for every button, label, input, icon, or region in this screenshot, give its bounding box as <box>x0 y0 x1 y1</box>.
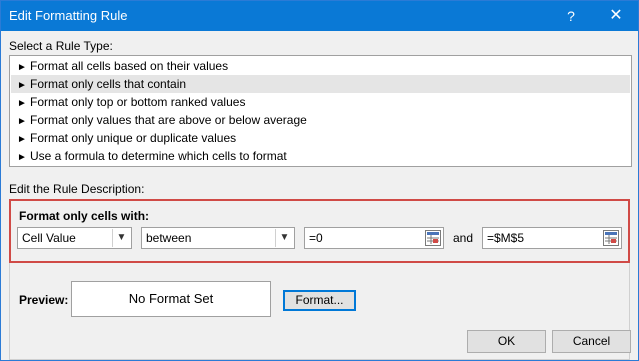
range-select-icon[interactable] <box>425 230 441 246</box>
rule-type-label: Select a Rule Type: <box>9 39 113 53</box>
close-button[interactable]: ✕ <box>594 1 638 31</box>
rule-description-label: Edit the Rule Description: <box>9 182 145 196</box>
format-button[interactable]: Format... <box>283 290 356 311</box>
dialog-title: Edit Formatting Rule <box>9 8 128 23</box>
rule-type-item[interactable]: ► Format only values that are above or be… <box>11 111 630 129</box>
preview-text: No Format Set <box>128 291 214 306</box>
condition-select[interactable]: Cell Value ▼ <box>17 227 132 249</box>
rule-type-item[interactable]: ► Use a formula to determine which cells … <box>11 147 630 165</box>
and-label: and <box>453 231 474 245</box>
edit-formatting-rule-dialog: Edit Formatting Rule ? ✕ Select a Rule T… <box>0 0 639 361</box>
chevron-down-icon[interactable]: ▼ <box>112 229 130 247</box>
format-cells-heading: Format only cells with: <box>19 209 150 223</box>
rule-type-item[interactable]: ► Format only top or bottom ranked values <box>11 93 630 111</box>
preview-label: Preview: <box>19 293 69 307</box>
rule-type-list[interactable]: ► Format all cells based on their values … <box>9 55 632 167</box>
cancel-button[interactable]: Cancel <box>552 330 631 353</box>
rule-type-item[interactable]: ► Format all cells based on their values <box>11 57 630 75</box>
value2-input[interactable]: =$M$5 <box>482 227 622 249</box>
operator-select[interactable]: between ▼ <box>141 227 295 249</box>
value1-input[interactable]: =0 <box>304 227 444 249</box>
rule-type-item-selected[interactable]: ► Format only cells that contain <box>11 75 630 93</box>
rule-type-item[interactable]: ► Format only unique or duplicate values <box>11 129 630 147</box>
help-button[interactable]: ? <box>549 1 593 31</box>
arrow-icon: ► <box>17 152 27 163</box>
preview-box: No Format Set <box>71 281 271 317</box>
ok-button[interactable]: OK <box>467 330 546 353</box>
chevron-down-icon[interactable]: ▼ <box>275 229 293 247</box>
range-select-icon[interactable] <box>603 230 619 246</box>
title-bar: Edit Formatting Rule ? ✕ <box>1 1 638 31</box>
